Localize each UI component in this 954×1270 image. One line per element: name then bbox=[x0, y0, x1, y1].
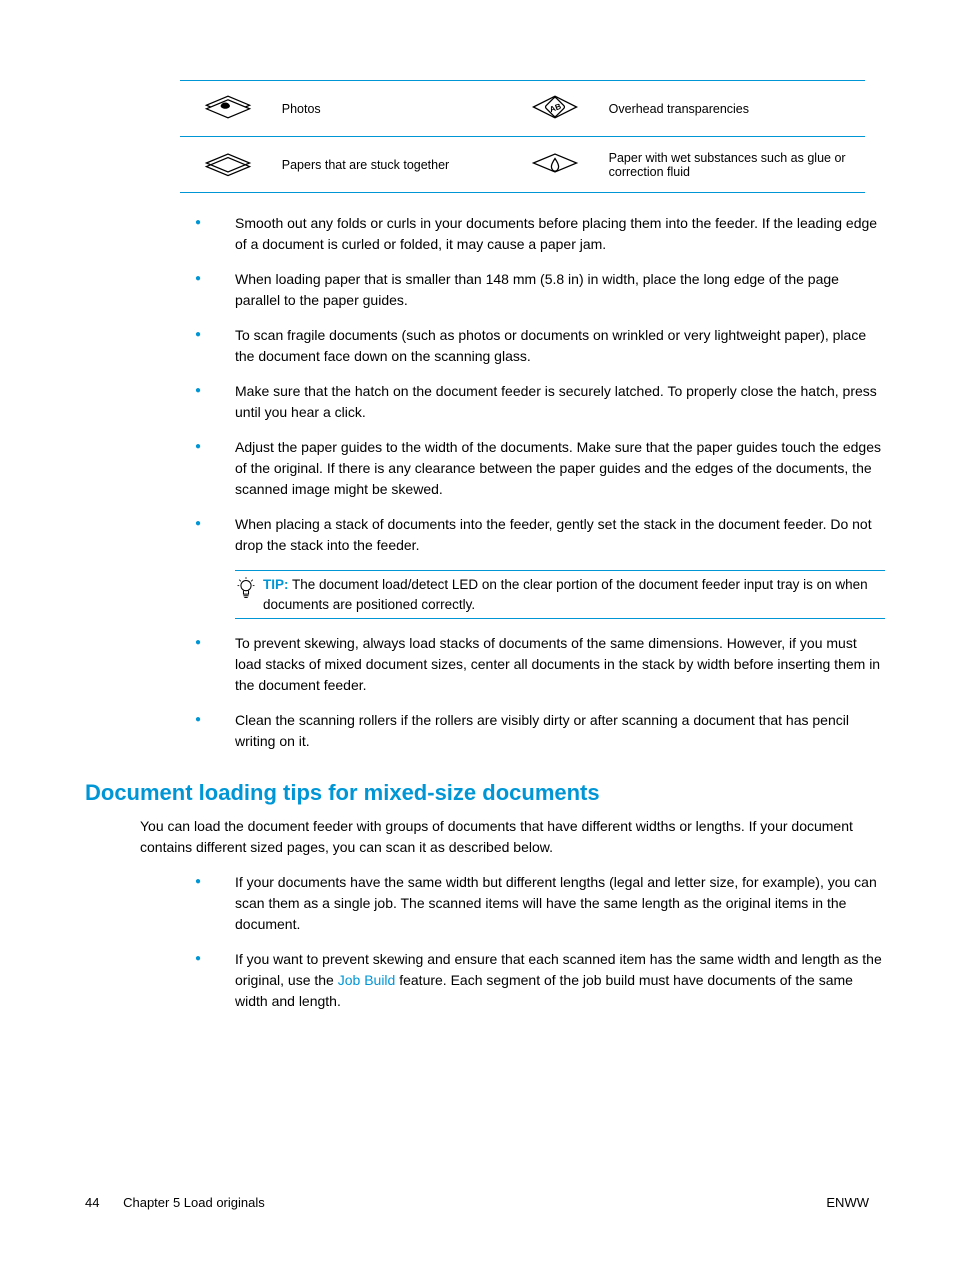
page-number: 44 bbox=[85, 1195, 99, 1210]
list-item: Clean the scanning rollers if the roller… bbox=[195, 710, 885, 752]
table-icon-cell bbox=[180, 137, 276, 193]
footer-right: ENWW bbox=[826, 1195, 869, 1210]
tip-container: li[data-name="tip-container"]::before{di… bbox=[195, 570, 885, 619]
table-row: Papers that are stuck together Paper wit… bbox=[180, 137, 865, 193]
page-footer: 44 Chapter 5 Load originals ENWW bbox=[85, 1195, 869, 1210]
list-item: Smooth out any folds or curls in your do… bbox=[195, 213, 885, 255]
list-item: To scan fragile documents (such as photo… bbox=[195, 325, 885, 367]
table-label: Paper with wet substances such as glue o… bbox=[603, 137, 865, 193]
tips-list-1: Smooth out any folds or curls in your do… bbox=[195, 213, 885, 752]
tip-text: The document load/detect LED on the clea… bbox=[263, 577, 868, 612]
table-icon-cell bbox=[180, 81, 276, 137]
transparency-icon: AB bbox=[527, 89, 583, 125]
section-heading: Document loading tips for mixed-size doc… bbox=[85, 780, 869, 806]
list-item: If your documents have the same width bu… bbox=[195, 872, 885, 935]
footer-left: 44 Chapter 5 Load originals bbox=[85, 1195, 265, 1210]
table-label: Photos bbox=[276, 81, 507, 137]
tip-box: TIP: The document load/detect LED on the… bbox=[235, 570, 885, 619]
table-row: Photos AB Overhead transparencies bbox=[180, 81, 865, 137]
list-item: If you want to prevent skewing and ensur… bbox=[195, 949, 885, 1012]
list-item: When loading paper that is smaller than … bbox=[195, 269, 885, 311]
table-label: Overhead transparencies bbox=[603, 81, 865, 137]
job-build-link[interactable]: Job Build bbox=[338, 972, 396, 988]
wet-paper-icon bbox=[527, 145, 583, 181]
media-restrictions-table: Photos AB Overhead transparencies Papers… bbox=[180, 80, 865, 193]
tips-list-2: If your documents have the same width bu… bbox=[195, 872, 885, 1012]
stuck-paper-icon bbox=[200, 145, 256, 181]
list-item: Adjust the paper guides to the width of … bbox=[195, 437, 885, 500]
tip-label: TIP: bbox=[263, 577, 289, 592]
chapter-label: Chapter 5 Load originals bbox=[123, 1195, 265, 1210]
list-item: To prevent skewing, always load stacks o… bbox=[195, 633, 885, 696]
table-label: Papers that are stuck together bbox=[276, 137, 507, 193]
section-paragraph: You can load the document feeder with gr… bbox=[140, 816, 880, 858]
document-page: Photos AB Overhead transparencies Papers… bbox=[0, 0, 954, 1270]
table-icon-cell: AB bbox=[507, 81, 603, 137]
lightbulb-icon bbox=[235, 575, 257, 603]
table-icon-cell bbox=[507, 137, 603, 193]
photos-icon bbox=[200, 89, 256, 125]
list-item: Make sure that the hatch on the document… bbox=[195, 381, 885, 423]
list-item: When placing a stack of documents into t… bbox=[195, 514, 885, 556]
